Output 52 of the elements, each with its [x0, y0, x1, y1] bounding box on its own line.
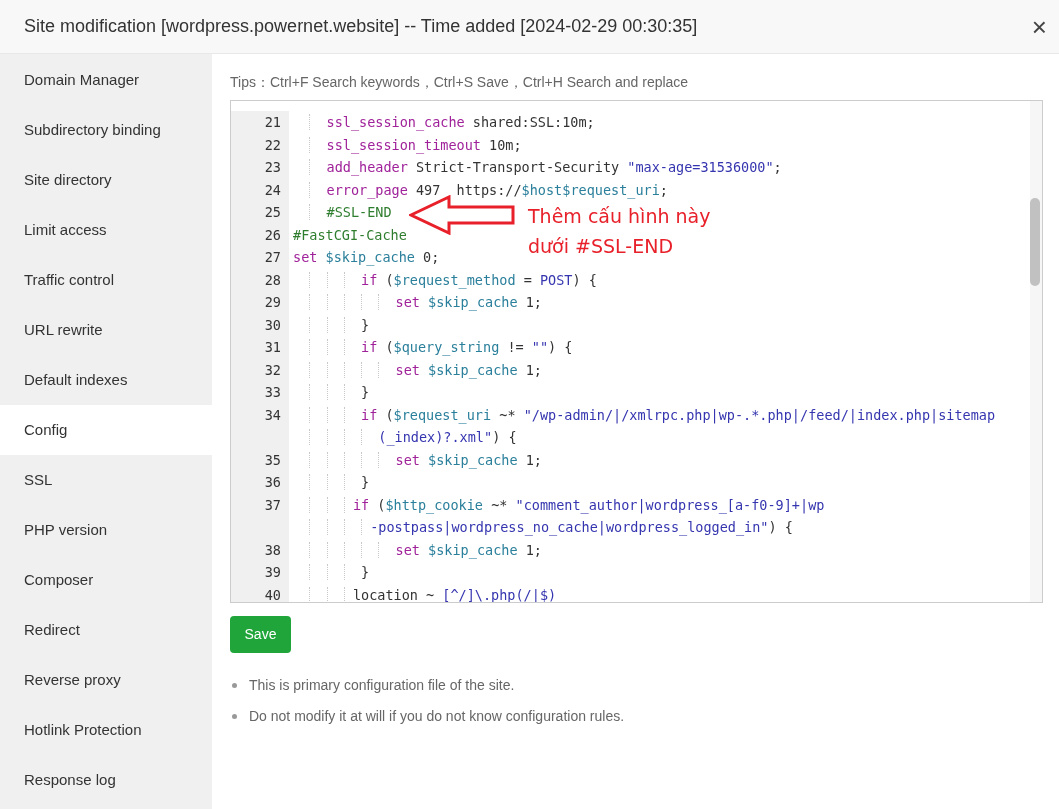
code-line: if ($request_method = POST) { — [289, 268, 597, 291]
line-number: 24 — [231, 178, 289, 201]
code-line: if ($request_uri ~* "/wp-admin/|/xmlrpc.php|wp-.*.php|/feed/|index.php|sitemap — [289, 403, 996, 426]
line-number: 21 — [231, 111, 289, 134]
tips-text: Tips：Ctrl+F Search keywords，Ctrl+S Save，Ctrl+H Search and replace — [230, 73, 690, 92]
code-line: add_header Strict-Transport-Security "max-age=31536000"; — [289, 156, 782, 179]
code-line: } — [289, 471, 370, 494]
close-button[interactable]: × — [1031, 13, 1047, 40]
code-line: } — [289, 561, 370, 584]
line-number: 26 — [231, 223, 289, 246]
code-line: set $skip_cache 1; — [289, 358, 542, 381]
line-number: 30 — [231, 313, 289, 336]
window-title: Site modification [wordpress.powernet.website] -- Time added [2024-02-29 00:30:35] — [24, 15, 698, 38]
code-line: } — [289, 381, 370, 404]
sidebar-item[interactable]: Config — [0, 405, 212, 455]
code-line: set $skip_cache 1; — [289, 291, 542, 314]
line-number: 27 — [231, 246, 289, 269]
bullet-icon — [232, 714, 237, 719]
line-number: 28 — [231, 268, 289, 291]
line-number: 36 — [231, 471, 289, 494]
code-line: error_page 497 https://$host$request_uri; — [289, 178, 668, 201]
line-number: 22 — [231, 133, 289, 156]
code-line: #SSL-END — [289, 201, 392, 224]
code-line: if ($query_string != "") { — [289, 336, 573, 359]
line-number: 38 — [231, 538, 289, 561]
note-text: Do not modify it at will if you do not know configuration rules. — [249, 707, 625, 726]
code-line: set $skip_cache 1; — [289, 538, 542, 561]
line-number: 35 — [231, 448, 289, 471]
line-number: 29 — [231, 291, 289, 314]
code-line: (_index)?.xml") { — [289, 426, 517, 449]
code-line: ssl_session_timeout 10m; — [289, 133, 522, 156]
line-number: 31 — [231, 336, 289, 359]
line-number: 39 — [231, 561, 289, 584]
code-line: -postpass|wordpress_no_cache|wordpress_logged_in") { — [289, 516, 793, 539]
line-number: 37 — [231, 493, 289, 516]
line-number: 32 — [231, 358, 289, 381]
annotation-text: dưới #SSL-END — [528, 234, 675, 259]
line-number: 23 — [231, 156, 289, 179]
code-line: if ($http_cookie ~* "comment_author|wordpress_[a-f0-9]+|wp — [289, 493, 825, 516]
line-number: 33 — [231, 381, 289, 404]
code-line: set $skip_cache 1; — [289, 448, 542, 471]
scrollbar-thumb[interactable] — [1030, 198, 1040, 286]
code-line: #FastCGI-Cache — [292, 225, 407, 245]
line-number: 34 — [231, 403, 289, 426]
annotation-text: Thêm cấu hình này — [528, 204, 711, 229]
bullet-icon — [232, 683, 237, 688]
code-line: set $skip_cache 0; — [292, 248, 440, 268]
code-line: location ~ [^/]\.php(/|$) — [289, 583, 557, 602]
code-line: ssl_session_cache shared:SSL:10m; — [289, 111, 595, 134]
note-text: This is primary configuration file of the site. — [249, 676, 515, 695]
line-number: 25 — [231, 201, 289, 224]
code-line: } — [289, 313, 370, 336]
